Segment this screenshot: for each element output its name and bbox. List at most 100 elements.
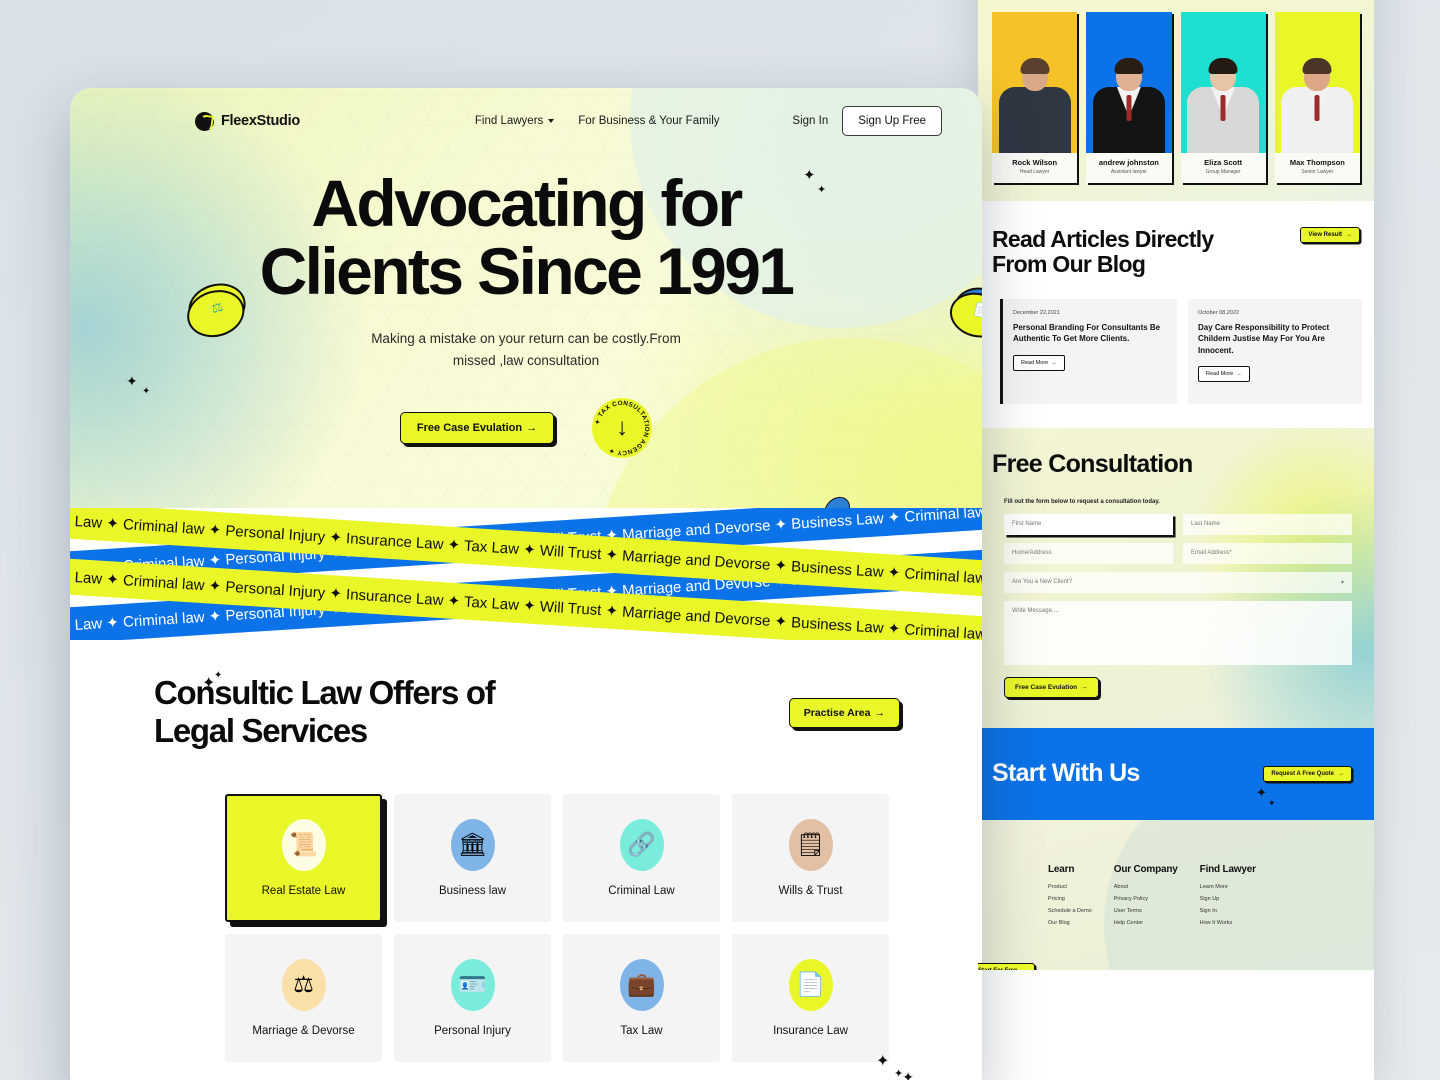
expert-name: Max Thompson bbox=[1289, 158, 1345, 167]
badge-ring-text: ✦ TAX CONSULTATION AGENCY ✦ bbox=[594, 400, 650, 456]
expert-photo bbox=[1274, 12, 1360, 153]
footer-link[interactable]: Learn More bbox=[1200, 884, 1256, 890]
person-tie bbox=[1314, 95, 1320, 121]
free-case-evaluation-button[interactable]: Free Case Evulation → bbox=[399, 411, 555, 444]
blog-date: December 22,2021 bbox=[1013, 309, 1060, 316]
nav-links: Find Lawyers For Business & Your Family bbox=[475, 115, 720, 127]
footer-link[interactable]: Schedule a Demo bbox=[1048, 908, 1092, 914]
message-textarea[interactable]: Write Message.... bbox=[1004, 600, 1352, 665]
arrow-right-icon: → bbox=[526, 421, 538, 434]
scales-balance-icon: ⚖ bbox=[281, 958, 326, 1011]
service-card-label: Criminal Law bbox=[608, 884, 675, 897]
footer-link[interactable]: Product bbox=[1048, 884, 1092, 890]
consultation-submit-button[interactable]: Free Case Evulation → bbox=[1004, 676, 1099, 698]
blog-card[interactable]: December 22,2021 Personal Branding For Co… bbox=[1000, 298, 1177, 404]
view-result-label: View Result bbox=[1308, 232, 1342, 238]
nav-item-for-business[interactable]: For Business & Your Family bbox=[578, 115, 719, 127]
read-more-button[interactable]: Read More → bbox=[1198, 366, 1250, 383]
start-for-free-button[interactable]: Start For Free → bbox=[978, 962, 1036, 970]
new-client-select[interactable]: Are You a New Client? ▾ bbox=[1004, 571, 1352, 593]
service-card-label: Personal Injury bbox=[434, 1024, 511, 1037]
footer-link[interactable]: Help Center bbox=[1114, 920, 1178, 926]
footer-link[interactable]: How It Works bbox=[1200, 920, 1256, 926]
free-case-evaluation-label: Free Case Evulation bbox=[416, 421, 523, 434]
expert-meta: Max Thompson Senior Lawyer bbox=[1275, 153, 1360, 183]
service-card[interactable]: ⚖ Marriage & Devorse bbox=[225, 933, 382, 1062]
request-quote-button[interactable]: Request A Free Quote → bbox=[1263, 765, 1352, 782]
sign-up-button[interactable]: Sign Up Free bbox=[842, 106, 942, 136]
service-card[interactable]: 🪪 Personal Injury bbox=[394, 933, 551, 1062]
briefcase-icon: 💼 bbox=[619, 958, 664, 1011]
sparkle-icon: ✦ bbox=[894, 1068, 904, 1080]
blog-section: Read Articles Directly From Our Blog Vie… bbox=[978, 201, 1374, 428]
hand-document-icon: 📄 bbox=[788, 958, 833, 1011]
start-for-free-label: Start For Free bbox=[978, 968, 1017, 970]
last-name-field[interactable]: Last Name bbox=[1183, 513, 1352, 535]
new-client-select-label: Are You a New Client? bbox=[1012, 579, 1073, 586]
person-illustration bbox=[1187, 58, 1260, 153]
blog-card[interactable]: October 08,2022 Day Care Responsibility t… bbox=[1188, 298, 1362, 404]
tax-consultation-badge[interactable]: ✦ TAX CONSULTATION AGENCY ✦ ↓ bbox=[592, 397, 653, 458]
footer-link[interactable]: Sign Up bbox=[1200, 896, 1256, 902]
service-card[interactable]: 🔗 Criminal Law bbox=[563, 793, 720, 922]
sparkle-icon: ✦ bbox=[876, 1053, 890, 1070]
arrow-right-icon: → bbox=[1021, 968, 1027, 970]
first-name-field[interactable]: First Name bbox=[1004, 513, 1173, 535]
nav-item-find-lawyers[interactable]: Find Lawyers bbox=[475, 115, 555, 127]
marquee-ribbons: ✦ Business Law ✦ Criminal law ✦ Personal… bbox=[70, 508, 982, 640]
consultation-subtitle: Fill out the form below to request a con… bbox=[1004, 498, 1160, 505]
person-tie bbox=[1126, 95, 1132, 121]
person-illustration bbox=[1092, 58, 1165, 153]
expert-name: andrew johnston bbox=[1098, 158, 1159, 167]
footer-column-heading: Find Lawyer bbox=[1199, 863, 1256, 875]
background-page: Meet Our Expert View All Experts → Rock … bbox=[978, 0, 1374, 1080]
service-card[interactable]: 📄 Insurance Law bbox=[732, 933, 889, 1062]
footer-link[interactable]: Pricing bbox=[1048, 896, 1092, 902]
service-card-label: Marriage & Devorse bbox=[252, 1024, 355, 1037]
footer-column-heading: Our Company bbox=[1113, 863, 1178, 875]
service-card[interactable]: 🏛 Business law bbox=[394, 793, 551, 922]
brand-logo[interactable]: FleexStudio bbox=[195, 111, 300, 131]
footer-link[interactable]: About bbox=[1114, 884, 1178, 890]
service-card[interactable]: 💼 Tax Law bbox=[563, 933, 720, 1062]
service-card[interactable]: 🗒 Wills & Trust bbox=[732, 793, 889, 922]
experts-section: Meet Our Expert View All Experts → Rock … bbox=[978, 0, 1374, 201]
expert-photo bbox=[1086, 12, 1172, 153]
practise-area-button[interactable]: Practise Area → bbox=[788, 698, 900, 728]
consultation-title: Free Consultation bbox=[992, 449, 1193, 478]
sparkle-icon: ✦ bbox=[1256, 785, 1267, 800]
expert-role: Head Lawyer bbox=[1019, 169, 1050, 175]
service-card-label: Tax Law bbox=[620, 1024, 663, 1037]
footer-link[interactable]: Sign In bbox=[1200, 908, 1256, 914]
footer-column: Our Company About Privacy Policy User Terms… bbox=[1114, 864, 1178, 932]
expert-card[interactable]: Eliza Scott Group Manager bbox=[1180, 12, 1266, 183]
page-footer: Start For Free → Learn Product Pricing Sche… bbox=[978, 819, 1374, 970]
person-head bbox=[1302, 58, 1332, 91]
email-address-field[interactable]: Email Address* bbox=[1183, 542, 1352, 564]
footer-link[interactable]: Privacy Policy bbox=[1114, 896, 1178, 902]
main-navigation: FleexStudio Find Lawyers For Business & … bbox=[70, 88, 982, 136]
service-card[interactable]: 📜 Real Estate Law bbox=[225, 793, 382, 922]
expert-card[interactable]: Max Thompson Senior Lawyer bbox=[1274, 12, 1360, 183]
blog-title: Read Articles Directly From Our Blog bbox=[992, 227, 1214, 277]
read-more-button[interactable]: Read More → bbox=[1013, 354, 1065, 371]
consultation-submit-label: Free Case Evulation bbox=[1015, 683, 1078, 691]
expert-card[interactable]: andrew johnston Assistant lawyer bbox=[1086, 12, 1172, 183]
expert-card[interactable]: Rock Wilson Head Lawyer bbox=[992, 12, 1078, 183]
services-header: ✦ ✦ Consultic Law Offers of Legal Servic… bbox=[110, 671, 942, 750]
read-more-label: Read More bbox=[1021, 359, 1049, 366]
sign-in-link[interactable]: Sign In bbox=[792, 115, 828, 127]
cta-title: Start With Us bbox=[992, 759, 1140, 788]
footer-link[interactable]: Our Blog bbox=[1048, 920, 1092, 926]
home-address-field[interactable]: Home/Address bbox=[1004, 542, 1173, 564]
svg-text:✦ TAX CONSULTATION AGENCY ✦: ✦ TAX CONSULTATION AGENCY ✦ bbox=[594, 400, 650, 456]
arrow-right-icon: → bbox=[1081, 683, 1088, 691]
view-result-button[interactable]: View Result → bbox=[1300, 227, 1360, 243]
footer-column: Find Lawyer Learn More Sign Up Sign In How I… bbox=[1200, 864, 1256, 932]
hero-title: Advocating for Clients Since 1991 bbox=[70, 169, 982, 306]
sparkle-icon: ✦ bbox=[902, 1069, 914, 1080]
footer-column-heading: Learn bbox=[1048, 863, 1075, 875]
cta-band: Start With Us Request A Free Quote → bbox=[978, 727, 1374, 820]
blog-headline: Personal Branding For Consultants Be Aut… bbox=[1013, 322, 1161, 344]
footer-link[interactable]: User Terms bbox=[1114, 908, 1178, 914]
